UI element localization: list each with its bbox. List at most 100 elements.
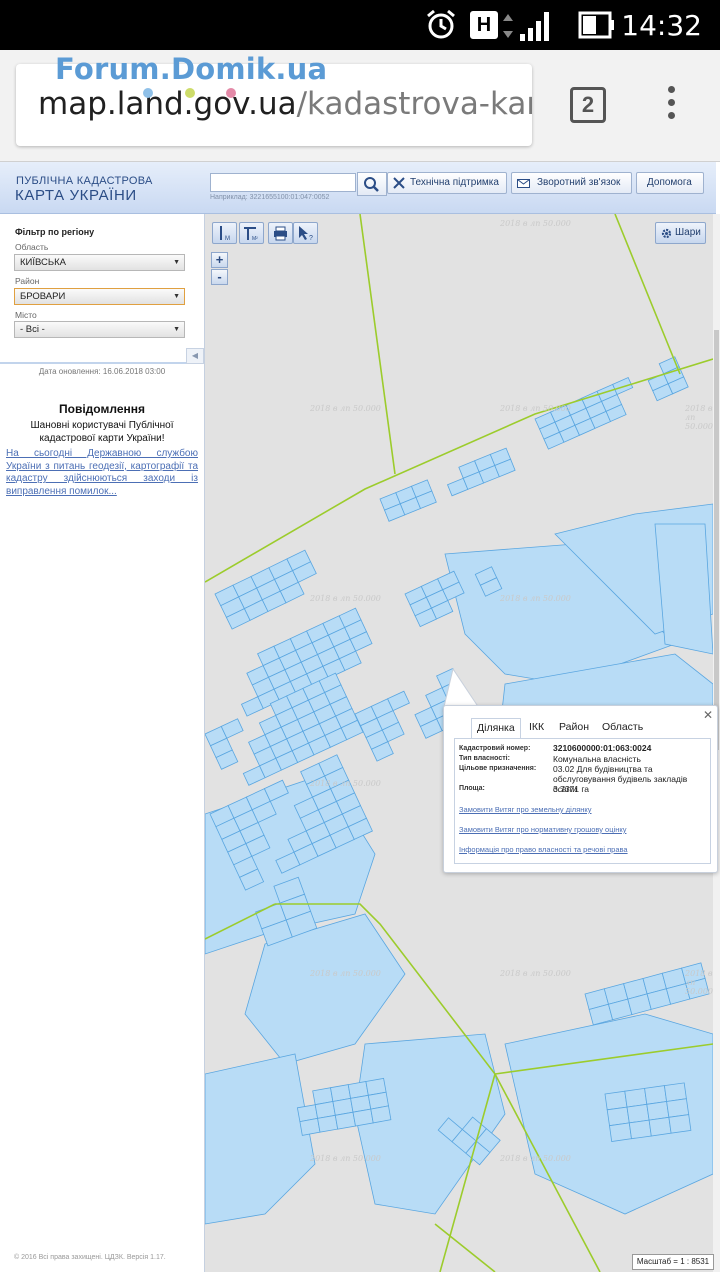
city-label: Місто xyxy=(15,310,37,320)
svg-text:?: ? xyxy=(309,235,313,242)
alarm-icon xyxy=(427,9,455,39)
identify-button[interactable]: ? xyxy=(293,222,318,244)
chevron-down-icon: ▼ xyxy=(173,293,180,300)
map-stamp: 2018 в лп 50.000 xyxy=(500,1154,571,1163)
cadastral-search-input[interactable] xyxy=(210,173,356,192)
parcel-shape[interactable] xyxy=(352,1108,374,1127)
area-value: 3.7371 га xyxy=(553,784,590,794)
ownership-info-link[interactable]: Інформація про право власності та речові… xyxy=(459,845,628,854)
parcel-shape[interactable] xyxy=(648,1116,672,1137)
rayon-select[interactable]: БРОВАРИ ▼ xyxy=(14,288,185,305)
parcel-shape[interactable] xyxy=(666,1098,690,1118)
ownership-type-value: Комунальна власність xyxy=(553,754,641,764)
logo-line-2: КАРТА УКРАЇНИ xyxy=(15,187,137,204)
parcel-shape[interactable] xyxy=(628,1119,652,1140)
map-scale: Масштаб = 1 : 8531 xyxy=(632,1254,714,1270)
parcel-shape[interactable] xyxy=(646,1101,670,1121)
parcel-shape[interactable] xyxy=(609,1122,632,1142)
map-stamp: 2018 в лп 50.000 xyxy=(500,219,571,228)
parcel-shape[interactable] xyxy=(663,1082,687,1102)
zoom-out-button[interactable]: - xyxy=(211,269,228,285)
map-stamp: 2018 в лп 50.000 xyxy=(500,594,571,603)
map-stamp: 2018 в лп 50.000 xyxy=(500,969,571,978)
parcel-shape[interactable] xyxy=(604,1090,628,1111)
search-icon xyxy=(364,177,379,192)
parcel-shape[interactable] xyxy=(606,1106,630,1127)
chevron-down-icon: ▼ xyxy=(173,326,180,333)
ruler-distance-icon: M xyxy=(220,226,230,242)
printer-icon xyxy=(274,226,287,241)
map-stamp: 2018 в лп 50.000 xyxy=(310,404,381,413)
measure-area-button[interactable]: M² xyxy=(239,222,264,244)
tab-rayon[interactable]: Район xyxy=(559,721,589,733)
purpose-label: Цільове призначення: xyxy=(459,765,537,772)
ruler-area-icon: M² xyxy=(244,227,258,242)
overflow-menu-icon[interactable] xyxy=(668,86,678,125)
close-icon[interactable]: ✕ xyxy=(703,708,713,722)
parcel-shape[interactable] xyxy=(612,376,634,396)
notice-text: Шановні користувачі Публічної кадастрово… xyxy=(30,420,174,444)
rayon-label: Район xyxy=(15,276,40,286)
parcel-shape[interactable] xyxy=(370,1105,392,1124)
parcel-shape[interactable] xyxy=(354,1033,506,1215)
envelope-icon xyxy=(517,179,530,188)
parcel-shape[interactable] xyxy=(626,1103,650,1124)
battery-icon xyxy=(578,11,614,39)
svg-text:M: M xyxy=(225,236,230,242)
feedback-button[interactable]: Зворотний зв'язок xyxy=(511,172,632,194)
support-button[interactable]: Технічна підтримка xyxy=(387,172,507,194)
cadastral-number-label: Кадастровий номер: xyxy=(459,745,531,752)
url-path: /kadastrova-karta xyxy=(296,86,532,122)
parcel-shape[interactable] xyxy=(624,1087,648,1108)
map-stamp: 2018 в лп 50.000 xyxy=(310,594,381,603)
oblast-label: Область xyxy=(15,242,49,252)
tab-ikk[interactable]: ІКК xyxy=(529,721,544,733)
parcel-details: Кадастровий номер: 3210600000:01:063:002… xyxy=(454,738,711,864)
tab-switcher-button[interactable]: 2 xyxy=(570,87,606,123)
parcel-shape[interactable] xyxy=(299,1117,321,1136)
url-host: map.land.gov.ua xyxy=(38,86,297,122)
watermark-logo: Forum.Domik.ua xyxy=(55,52,328,86)
map-stamp: 2018 в лп 50.000 xyxy=(685,404,713,431)
order-extract-link[interactable]: Замовити Витяг про земельну ділянку xyxy=(459,805,592,814)
area-label: Площа: xyxy=(459,785,485,792)
help-label: Допомога xyxy=(647,177,692,188)
browser-toolbar: map.land.gov.ua/kadastrova-karta Forum.D… xyxy=(0,50,720,162)
help-button[interactable]: Допомога xyxy=(636,172,704,194)
parcel-shape[interactable] xyxy=(317,1114,339,1133)
tab-oblast[interactable]: Область xyxy=(602,721,643,733)
clock: 14:32 xyxy=(621,9,702,42)
copyright: © 2016 Всі права захищені. ЦДЗК. Версія … xyxy=(14,1254,166,1261)
map-stamp: 2018 в лп 50.000 xyxy=(310,779,381,788)
parcel-info-popup: ✕ Ділянка ІКК Район Область Кадастровий … xyxy=(443,705,718,873)
zoom-in-button[interactable]: + xyxy=(211,252,228,268)
city-value: - Всі - xyxy=(20,324,45,335)
network-type-icon: H xyxy=(470,11,498,39)
measure-distance-button[interactable]: M xyxy=(212,222,237,244)
map-stamp: 2018 в лп 50.000 xyxy=(310,1154,381,1163)
print-button[interactable] xyxy=(268,222,293,244)
status-bar: H 14:32 xyxy=(0,0,720,50)
search-button[interactable] xyxy=(357,172,387,196)
oblast-select[interactable]: КИЇВСЬКА ▼ xyxy=(14,254,185,271)
city-select[interactable]: - Всі - ▼ xyxy=(14,321,185,338)
chevron-down-icon: ▼ xyxy=(173,259,180,266)
layers-button[interactable]: Шари xyxy=(655,222,706,244)
signal-icon xyxy=(520,12,549,41)
order-valuation-link[interactable]: Замовити Витяг про нормативну грошову оц… xyxy=(459,825,626,834)
tab-parcel[interactable]: Ділянка xyxy=(471,718,521,738)
parcel-shape[interactable] xyxy=(644,1085,668,1105)
parcel-shape[interactable] xyxy=(205,1053,316,1225)
data-arrows-icon xyxy=(503,14,513,38)
logo-line-1: ПУБЛІЧНА КАДАСТРОВА xyxy=(16,175,153,187)
parcel-shape[interactable] xyxy=(668,1114,692,1134)
collapse-sidebar-button[interactable]: ◀ xyxy=(186,348,204,364)
site-header: ПУБЛІЧНА КАДАСТРОВА КАРТА УКРАЇНИ Наприк… xyxy=(0,162,716,214)
notice-link[interactable]: На сьогодні Державною службою України з … xyxy=(6,448,198,498)
parcel-shape[interactable] xyxy=(334,1111,356,1130)
layers-label: Шари xyxy=(675,227,701,238)
scrollbar-thumb[interactable] xyxy=(714,330,719,750)
oblast-value: КИЇВСЬКА xyxy=(20,257,66,268)
notice-title: Повідомлення xyxy=(59,402,145,416)
url-text[interactable]: map.land.gov.ua/kadastrova-karta xyxy=(38,86,532,122)
